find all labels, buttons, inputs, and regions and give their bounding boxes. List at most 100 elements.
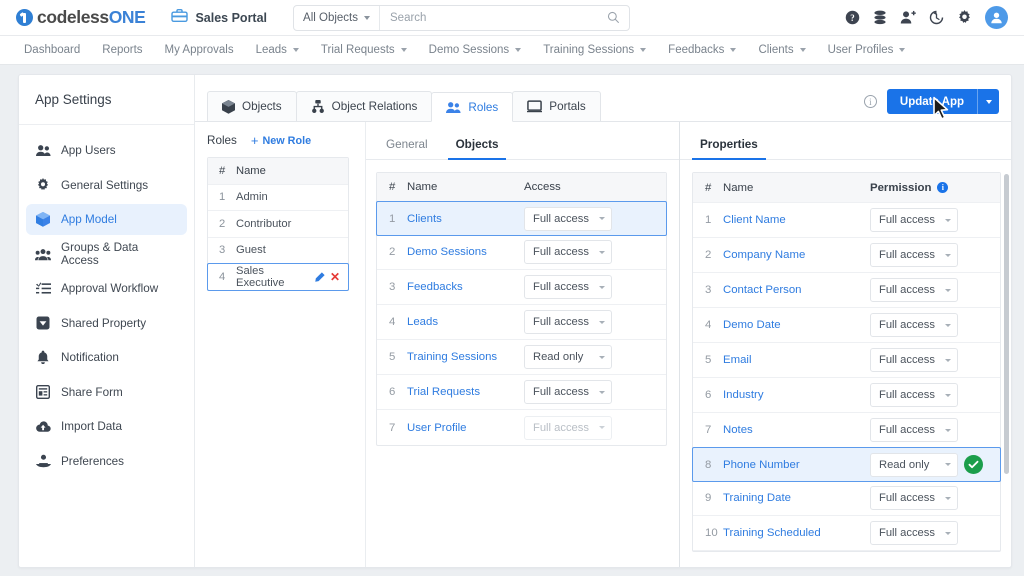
property-name[interactable]: Training Scheduled	[723, 527, 870, 539]
table-row[interactable]: 7 User Profile Full access	[377, 410, 666, 445]
object-name[interactable]: Feedbacks	[407, 281, 524, 293]
access-dropdown[interactable]: Full access	[524, 310, 612, 334]
access-dropdown[interactable]: Full access	[524, 380, 612, 404]
table-row[interactable]: 3 Contact Person Full access	[693, 273, 1000, 308]
tab-roles[interactable]: Roles	[431, 92, 513, 122]
nav-item-user-profiles[interactable]: User Profiles	[828, 44, 906, 56]
permission-dropdown[interactable]: Full access	[870, 278, 958, 302]
search-input[interactable]	[380, 12, 607, 24]
property-name[interactable]: Contact Person	[723, 284, 870, 296]
permission-dropdown[interactable]: Full access	[870, 243, 958, 267]
property-name[interactable]: Demo Date	[723, 319, 870, 331]
table-row[interactable]: 1 Admin	[208, 185, 348, 212]
help-icon[interactable]: ?	[845, 10, 860, 25]
table-row[interactable]: 3 Feedbacks Full access	[377, 270, 666, 305]
history-icon[interactable]	[929, 10, 944, 25]
access-dropdown[interactable]: Full access	[524, 240, 612, 264]
object-name[interactable]: Leads	[407, 316, 524, 328]
properties-scrollbar[interactable]	[1004, 174, 1009, 474]
sidebar-item-notification[interactable]: Notification	[26, 342, 187, 373]
table-row[interactable]: 6 Trial Requests Full access	[377, 375, 666, 410]
tab-object-relations[interactable]: Object Relations	[296, 91, 433, 121]
table-row[interactable]: 5 Email Full access	[693, 343, 1000, 378]
tab-objects-list[interactable]: Objects	[444, 138, 511, 159]
object-scope-dropdown[interactable]: All Objects	[294, 6, 380, 30]
tab-properties[interactable]: Properties	[688, 138, 770, 159]
permission-dropdown[interactable]: Full access	[870, 383, 958, 407]
add-user-icon[interactable]	[900, 10, 916, 25]
nav-item-feedbacks[interactable]: Feedbacks	[668, 44, 736, 56]
table-row-selected[interactable]: 8 Phone Number Read only	[692, 447, 1001, 482]
sidebar-item-app-model[interactable]: App Model	[26, 204, 187, 235]
permission-dropdown[interactable]: Full access	[870, 418, 958, 442]
sidebar-item-approval-workflow[interactable]: Approval Workflow	[26, 273, 187, 304]
tab-general[interactable]: General	[374, 138, 440, 159]
property-name[interactable]: Training Date	[723, 492, 870, 504]
nav-item-my-approvals[interactable]: My Approvals	[165, 44, 234, 56]
search-icon[interactable]	[607, 11, 629, 24]
app-logo[interactable]: codelessONE	[16, 7, 145, 28]
nav-item-clients[interactable]: Clients	[758, 44, 805, 56]
portal-selector[interactable]: Sales Portal	[171, 8, 267, 28]
sidebar-item-share-form[interactable]: Share Form	[26, 377, 187, 408]
tab-objects[interactable]: Objects	[207, 91, 297, 121]
sidebar-item-general-settings[interactable]: General Settings	[26, 170, 187, 201]
property-name[interactable]: Phone Number	[723, 459, 870, 471]
sidebar-item-groups-data-access[interactable]: Groups & Data Access	[26, 239, 187, 270]
table-row[interactable]: 9 Training Date Full access	[693, 481, 1000, 516]
update-app-button[interactable]: Update App	[887, 89, 999, 114]
property-name[interactable]: Industry	[723, 389, 870, 401]
table-row-selected[interactable]: 4 Sales Executive ✕	[207, 263, 349, 291]
property-name[interactable]: Email	[723, 354, 870, 366]
table-row[interactable]: 10 Training Scheduled Full access	[693, 516, 1000, 551]
info-icon[interactable]: i	[864, 95, 877, 108]
permission-dropdown[interactable]: Full access	[870, 521, 958, 545]
table-row[interactable]: 4 Leads Full access	[377, 305, 666, 340]
table-row[interactable]: 4 Demo Date Full access	[693, 308, 1000, 343]
permission-dropdown[interactable]: Full access	[870, 348, 958, 372]
avatar[interactable]	[985, 6, 1008, 29]
gear-icon[interactable]	[957, 10, 972, 25]
table-row[interactable]: 5 Training Sessions Read only	[377, 340, 666, 375]
table-row-selected[interactable]: 1 Clients Full access	[376, 201, 667, 236]
access-dropdown[interactable]: Full access	[524, 275, 612, 299]
object-name[interactable]: User Profile	[407, 422, 524, 434]
object-name[interactable]: Demo Sessions	[407, 246, 524, 258]
permission-dropdown[interactable]: Full access	[870, 313, 958, 337]
sidebar-item-app-users[interactable]: App Users	[26, 135, 187, 166]
property-name[interactable]: Notes	[723, 424, 870, 436]
info-icon[interactable]: i	[937, 182, 948, 193]
sidebar-item-import-data[interactable]: Import Data	[26, 411, 187, 442]
update-app-dropdown-toggle[interactable]	[977, 89, 999, 114]
object-name[interactable]: Clients	[407, 213, 524, 225]
sidebar-item-shared-property[interactable]: Shared Property	[26, 308, 187, 339]
object-name[interactable]: Training Sessions	[407, 351, 524, 363]
access-dropdown[interactable]: Read only	[524, 345, 612, 369]
table-row[interactable]: 7 Notes Full access	[693, 413, 1000, 448]
table-row[interactable]: 6 Industry Full access	[693, 378, 1000, 413]
table-row[interactable]: 1 Client Name Full access	[693, 203, 1000, 238]
property-name[interactable]: Client Name	[723, 214, 870, 226]
table-row[interactable]: 2 Demo Sessions Full access	[377, 235, 666, 270]
table-row[interactable]: 3 Guest	[208, 238, 348, 265]
sidebar-item-preferences[interactable]: Preferences	[26, 446, 187, 477]
edit-icon[interactable]	[314, 272, 325, 283]
new-role-button[interactable]: + New Role	[251, 134, 311, 147]
delete-icon[interactable]: ✕	[330, 271, 340, 283]
confirm-check-icon[interactable]	[964, 455, 983, 474]
property-name[interactable]: Company Name	[723, 249, 870, 261]
database-icon[interactable]	[873, 10, 887, 25]
nav-item-trial-requests[interactable]: Trial Requests	[321, 44, 407, 56]
nav-item-demo-sessions[interactable]: Demo Sessions	[429, 44, 522, 56]
nav-item-leads[interactable]: Leads	[256, 44, 299, 56]
nav-item-dashboard[interactable]: Dashboard	[24, 44, 80, 56]
object-name[interactable]: Trial Requests	[407, 386, 524, 398]
tab-portals[interactable]: Portals	[512, 91, 600, 121]
permission-dropdown[interactable]: Full access	[870, 208, 958, 232]
permission-dropdown[interactable]: Full access	[870, 486, 958, 510]
nav-item-reports[interactable]: Reports	[102, 44, 142, 56]
nav-item-training-sessions[interactable]: Training Sessions	[543, 44, 646, 56]
access-dropdown[interactable]: Full access	[524, 207, 612, 231]
table-row[interactable]: 2 Contributor	[208, 211, 348, 238]
permission-dropdown[interactable]: Read only	[870, 453, 958, 477]
